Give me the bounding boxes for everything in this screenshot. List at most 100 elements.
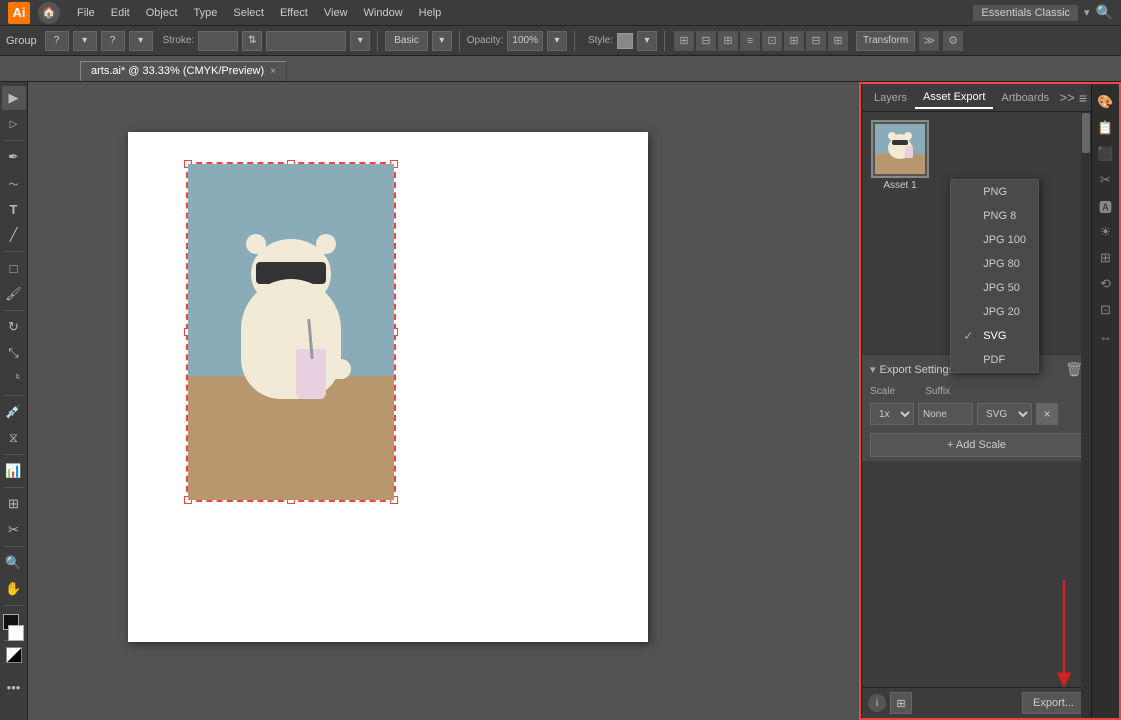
style-color-swatch[interactable]: [617, 33, 633, 49]
group-options[interactable]: ▾: [73, 31, 97, 51]
essentials-dropdown[interactable]: Essentials Classic: [973, 5, 1078, 21]
right-panel-btn6[interactable]: ☀: [1094, 220, 1118, 244]
essentials-chevron[interactable]: ▾: [1084, 6, 1090, 19]
dropdown-pdf[interactable]: PDF: [951, 348, 1038, 372]
basic-dropdown[interactable]: ▾: [432, 31, 452, 51]
dropdown-png[interactable]: PNG: [951, 180, 1038, 204]
tool-hand[interactable]: ✋: [2, 577, 26, 601]
toggle-fill-stroke[interactable]: [6, 647, 22, 663]
tool-eyedropper[interactable]: 💉: [2, 400, 26, 424]
format-dropdown[interactable]: PNG PNG 8 JPG 100 JPG 80 JPG 50: [950, 179, 1039, 373]
tool-rect[interactable]: □: [2, 256, 26, 280]
tool-graph[interactable]: 📊: [2, 459, 26, 483]
asset-item[interactable]: Asset 1: [870, 120, 930, 191]
menu-help[interactable]: Help: [412, 5, 449, 21]
format-select[interactable]: SVG PNG JPG PDF: [977, 403, 1032, 425]
dropdown-jpg100[interactable]: JPG 100: [951, 228, 1038, 252]
panel-menu-btn[interactable]: ≡: [1079, 90, 1087, 106]
group-icon2[interactable]: ?: [101, 31, 125, 51]
suffix-input[interactable]: [918, 403, 973, 425]
right-panel-btn5[interactable]: 🅰: [1094, 194, 1118, 218]
right-panel-btn10[interactable]: ↔: [1094, 324, 1118, 348]
style-dropdown[interactable]: ▾: [637, 31, 657, 51]
tool-type[interactable]: T: [2, 197, 26, 221]
stroke-input[interactable]: [198, 31, 238, 51]
dropdown-png8[interactable]: PNG 8: [951, 204, 1038, 228]
menu-type[interactable]: Type: [187, 5, 225, 21]
tool-warp[interactable]: 〝: [2, 367, 26, 391]
canvas-area[interactable]: [28, 82, 859, 720]
tool-more[interactable]: •••: [2, 675, 26, 699]
scroll-thumb[interactable]: [1082, 113, 1090, 153]
menu-select[interactable]: Select: [226, 5, 271, 21]
home-icon[interactable]: 🏠: [38, 2, 60, 24]
search-icon[interactable]: 🔍: [1096, 4, 1113, 21]
panel-more-btn[interactable]: >>: [1060, 90, 1075, 105]
right-panel-btn8[interactable]: ⟲: [1094, 272, 1118, 296]
stroke-arrows[interactable]: ⇅: [242, 31, 262, 51]
stroke-dropdown[interactable]: ▾: [350, 31, 370, 51]
align-btn8[interactable]: ⊞: [828, 31, 848, 51]
tool-direct-select[interactable]: ▷: [2, 112, 26, 136]
menu-view[interactable]: View: [317, 5, 355, 21]
tab-asset-export[interactable]: Asset Export: [915, 87, 993, 109]
tool-select[interactable]: ▶: [2, 86, 26, 110]
align-btn1[interactable]: ⊞: [674, 31, 694, 51]
dropdown-svg[interactable]: ✓ SVG: [951, 324, 1038, 348]
dropdown-jpg20[interactable]: JPG 20: [951, 300, 1038, 324]
more-options-btn[interactable]: ≫: [919, 31, 939, 51]
group-options2[interactable]: ▾: [129, 31, 153, 51]
menu-effect[interactable]: Effect: [273, 5, 315, 21]
group-icon[interactable]: ?: [45, 31, 69, 51]
align-btn2[interactable]: ⊟: [696, 31, 716, 51]
right-panel-btn3[interactable]: ⬛: [1094, 142, 1118, 166]
menu-edit[interactable]: Edit: [104, 5, 137, 21]
panel-scrollbar[interactable]: [1081, 112, 1091, 718]
info-button[interactable]: i: [868, 694, 886, 712]
tab-artboards[interactable]: Artboards: [993, 88, 1057, 108]
asset-thumbnail[interactable]: [871, 120, 929, 178]
remove-scale-btn[interactable]: ×: [1036, 403, 1058, 425]
transform-btn[interactable]: Transform: [856, 31, 915, 51]
align-btn5[interactable]: ⊡: [762, 31, 782, 51]
panel-grid-btn[interactable]: ⊞: [890, 692, 912, 714]
scale-select[interactable]: 1x 2x 3x: [870, 403, 914, 425]
tool-blend[interactable]: ⧖: [2, 426, 26, 450]
export-button[interactable]: Export...: [1022, 692, 1085, 714]
tool-scale[interactable]: ⤡: [2, 341, 26, 365]
dropdown-jpg50[interactable]: JPG 50: [951, 276, 1038, 300]
right-panel-btn1[interactable]: 🎨: [1094, 90, 1118, 114]
group-label: Group: [6, 35, 37, 47]
tool-artboard[interactable]: ⊞: [2, 492, 26, 516]
align-btn7[interactable]: ⊟: [806, 31, 826, 51]
stroke-options[interactable]: [266, 31, 346, 51]
settings-btn[interactable]: ⚙: [943, 31, 963, 51]
add-scale-btn[interactable]: + Add Scale: [870, 433, 1083, 457]
align-btn3[interactable]: ⊞: [718, 31, 738, 51]
menu-file[interactable]: File: [70, 5, 102, 21]
stroke-color[interactable]: [8, 625, 24, 641]
align-btn6[interactable]: ⊞: [784, 31, 804, 51]
right-panel-btn9[interactable]: ⊡: [1094, 298, 1118, 322]
tool-zoom[interactable]: 🔍: [2, 551, 26, 575]
art-selection[interactable]: [186, 162, 396, 502]
menu-window[interactable]: Window: [357, 5, 410, 21]
tool-slice[interactable]: ✂: [2, 518, 26, 542]
dropdown-jpg80[interactable]: JPG 80: [951, 252, 1038, 276]
tool-pen[interactable]: ✒: [2, 145, 26, 169]
right-panel-btn2[interactable]: 📋: [1094, 116, 1118, 140]
align-btn4[interactable]: ≡: [740, 31, 760, 51]
right-panel-btn4[interactable]: ✂: [1094, 168, 1118, 192]
basic-label[interactable]: Basic: [385, 31, 427, 51]
opacity-dropdown[interactable]: ▾: [547, 31, 567, 51]
tool-rotate[interactable]: ↻: [2, 315, 26, 339]
tab-close-btn[interactable]: ×: [270, 66, 276, 77]
tool-curvature[interactable]: 〜: [2, 171, 26, 195]
document-tab[interactable]: arts.ai* @ 33.33% (CMYK/Preview) ×: [80, 61, 287, 81]
opacity-value[interactable]: 100%: [507, 31, 543, 51]
tool-paintbrush[interactable]: 🖌: [2, 282, 26, 306]
tab-layers[interactable]: Layers: [866, 88, 915, 108]
menu-object[interactable]: Object: [139, 5, 185, 21]
right-panel-btn7[interactable]: ⊞: [1094, 246, 1118, 270]
tool-line[interactable]: ╱: [2, 223, 26, 247]
